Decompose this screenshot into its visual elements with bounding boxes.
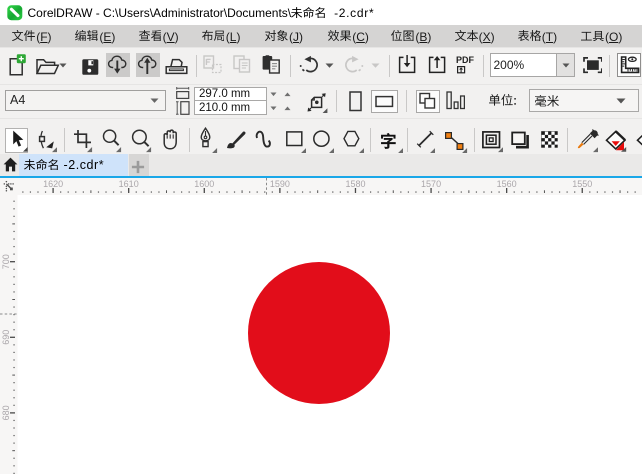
svg-text:1610: 1610 — [118, 179, 138, 189]
svg-text:690: 690 — [1, 329, 11, 344]
svg-text:1590: 1590 — [269, 179, 289, 189]
svg-text:1620: 1620 — [43, 179, 63, 189]
svg-text:1560: 1560 — [496, 179, 516, 189]
svg-text:700: 700 — [1, 254, 11, 269]
svg-text:1600: 1600 — [194, 179, 214, 189]
svg-text:1580: 1580 — [345, 179, 365, 189]
svg-text:1570: 1570 — [421, 179, 441, 189]
svg-text:1550: 1550 — [572, 179, 592, 189]
svg-text:680: 680 — [1, 405, 11, 420]
